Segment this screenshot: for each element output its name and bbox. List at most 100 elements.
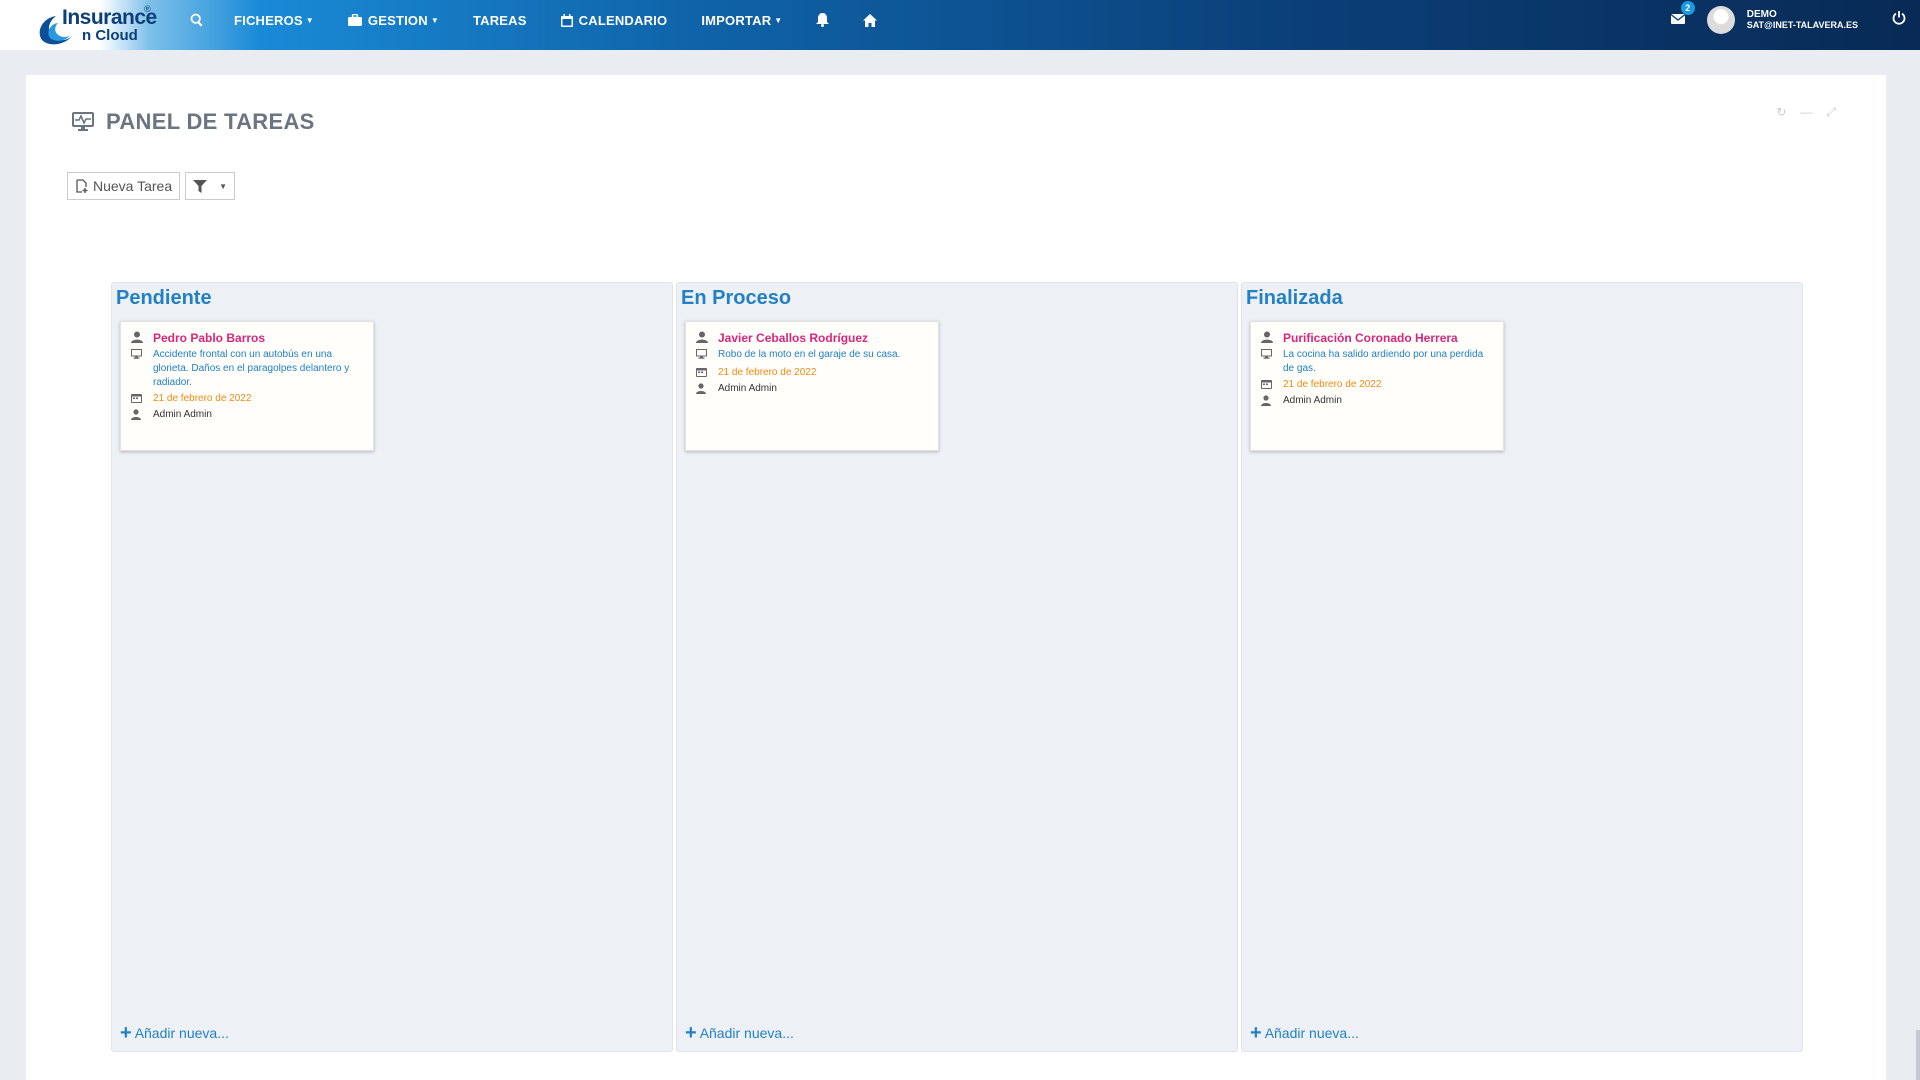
task-description: Robo de la moto en el garaje de su casa. [718,349,901,360]
chevron-down-icon: ▼ [774,15,783,25]
card-description-row: La cocina ha salido ardiendo por una per… [1261,348,1493,376]
card-client-row: Purificación Coronado Herrera [1261,330,1493,348]
task-card[interactable]: Javier Ceballos Rodríguez Robo de la mot… [685,321,939,451]
nav-importar-label: IMPORTAR [701,12,772,28]
chevron-down-icon: ▼ [305,15,314,25]
calendar-icon [1261,380,1272,389]
nav-ficheros[interactable]: FICHEROS ▼ [234,13,314,28]
column-title: En Proceso [681,287,792,309]
search-icon [190,13,203,27]
filter-dropdown[interactable]: ▼ [185,172,236,200]
logo-registered: ® [144,4,151,14]
new-task-button[interactable]: Nueva Tarea [67,172,181,200]
calendar-icon [560,13,573,27]
task-description: Accidente frontal con un autobús en una … [153,349,350,388]
collapse-icon[interactable]: — [1800,105,1812,120]
bell-icon [816,13,830,27]
add-new-label: Añadir nueva... [699,1025,794,1041]
add-new-task-button[interactable]: + Añadir nueva... [685,1022,794,1044]
power-icon [1892,10,1906,25]
nav-ficheros-label: FICHEROS [234,12,303,28]
new-document-icon [76,179,88,193]
monitor-icon [696,349,707,359]
user-tie-icon [696,383,706,394]
user-icon [131,331,143,343]
add-new-task-button[interactable]: + Añadir nueva... [1250,1022,1359,1044]
nav-tareas-label: TAREAS [472,12,527,28]
add-new-label: Añadir nueva... [134,1025,229,1041]
card-assignee-row: Admin Admin [131,408,363,425]
home-icon [863,13,878,27]
app-logo[interactable]: Insurance ® n Cloud [36,4,157,46]
task-date: 21 de febrero de 2022 [153,393,252,404]
task-card[interactable]: Purificación Coronado Herrera La cocina … [1250,321,1504,451]
user-area: 2 DEMO SAT@INET-TALAVERA.ES [1670,0,1920,40]
user-email: SAT@INET-TALAVERA.ES [1746,20,1858,30]
chevron-down-icon: ▼ [219,181,228,191]
user-icon [696,331,708,343]
card-client-row: Javier Ceballos Rodríguez [696,330,928,348]
task-date: 21 de febrero de 2022 [718,367,817,378]
card-description-row: Robo de la moto en el garaje de su casa. [696,348,928,364]
nav-calendario-label: CALENDARIO [578,12,668,28]
card-date-row: 21 de febrero de 2022 [131,392,363,408]
user-name: DEMO [1746,9,1777,20]
expand-icon[interactable]: ⤢ [1826,105,1836,120]
logout-button[interactable] [1892,10,1906,30]
user-menu[interactable]: DEMO SAT@INET-TALAVERA.ES [1746,9,1858,31]
page-title: PANEL DE TAREAS [106,109,315,134]
calendar-icon [131,394,142,403]
nav-gestion[interactable]: GESTION ▼ [347,12,439,28]
new-task-label: Nueva Tarea [93,178,173,194]
monitor-icon [131,349,142,359]
nav-gestion-label: GESTION [367,12,428,28]
messages-count-badge: 2 [1680,1,1695,15]
panel-tools: ↻ — ⤢ [1776,105,1836,120]
column-pendiente: Pendiente Pedro Pablo Barros Accidente f… [111,282,673,1052]
card-assignee-row: Admin Admin [696,382,928,399]
nav-tareas[interactable]: TAREAS [473,13,527,28]
avatar[interactable] [1706,6,1735,34]
nav-notifications[interactable] [816,13,830,27]
messages-button[interactable]: 2 [1670,1,1695,29]
logo-subtext: n Cloud [82,27,138,44]
plus-icon: + [120,1022,132,1044]
page-scrollbar[interactable] [1916,1030,1920,1080]
column-title: Pendiente [116,287,212,309]
card-date-row: 21 de febrero de 2022 [696,366,928,382]
task-date: 21 de febrero de 2022 [1283,379,1382,390]
add-new-label: Añadir nueva... [1264,1025,1359,1041]
top-navbar: Insurance ® n Cloud FICHEROS ▼ GESTION ▼… [0,0,1920,50]
briefcase-icon [347,14,362,26]
plus-icon: + [1250,1022,1262,1044]
add-new-task-button[interactable]: + Añadir nueva... [120,1022,229,1044]
card-description-row: Accidente frontal con un autobús en una … [131,348,363,390]
column-en-proceso: En Proceso Javier Ceballos Rodríguez Rob… [676,282,1238,1052]
calendar-icon [696,368,707,377]
main-menu: FICHEROS ▼ GESTION ▼ TAREAS CALENDARIO I… [190,0,911,40]
filter-icon [193,179,208,193]
client-name[interactable]: Purificación Coronado Herrera [1283,330,1458,346]
task-assignee: Admin Admin [1283,395,1342,406]
nav-home[interactable] [863,13,878,27]
chevron-down-icon: ▼ [430,15,439,25]
panel-toolbar: Nueva Tarea ▼ [67,172,236,200]
task-assignee: Admin Admin [153,409,212,420]
client-name[interactable]: Pedro Pablo Barros [153,330,265,346]
user-tie-icon [1261,395,1271,406]
monitor-pulse-icon [72,112,94,131]
column-finalizada: Finalizada Purificación Coronado Herrera… [1241,282,1803,1052]
user-icon [1261,331,1273,343]
nav-importar[interactable]: IMPORTAR ▼ [701,13,782,28]
card-assignee-row: Admin Admin [1261,394,1493,411]
card-client-row: Pedro Pablo Barros [131,330,363,348]
task-card[interactable]: Pedro Pablo Barros Accidente frontal con… [120,321,374,451]
nav-search[interactable] [190,13,204,27]
client-name[interactable]: Javier Ceballos Rodríguez [718,330,868,346]
refresh-icon[interactable]: ↻ [1776,105,1786,120]
column-title: Finalizada [1246,287,1343,309]
monitor-icon [1261,349,1272,359]
user-tie-icon [131,409,141,420]
plus-icon: + [685,1022,697,1044]
nav-calendario[interactable]: CALENDARIO [560,12,668,28]
